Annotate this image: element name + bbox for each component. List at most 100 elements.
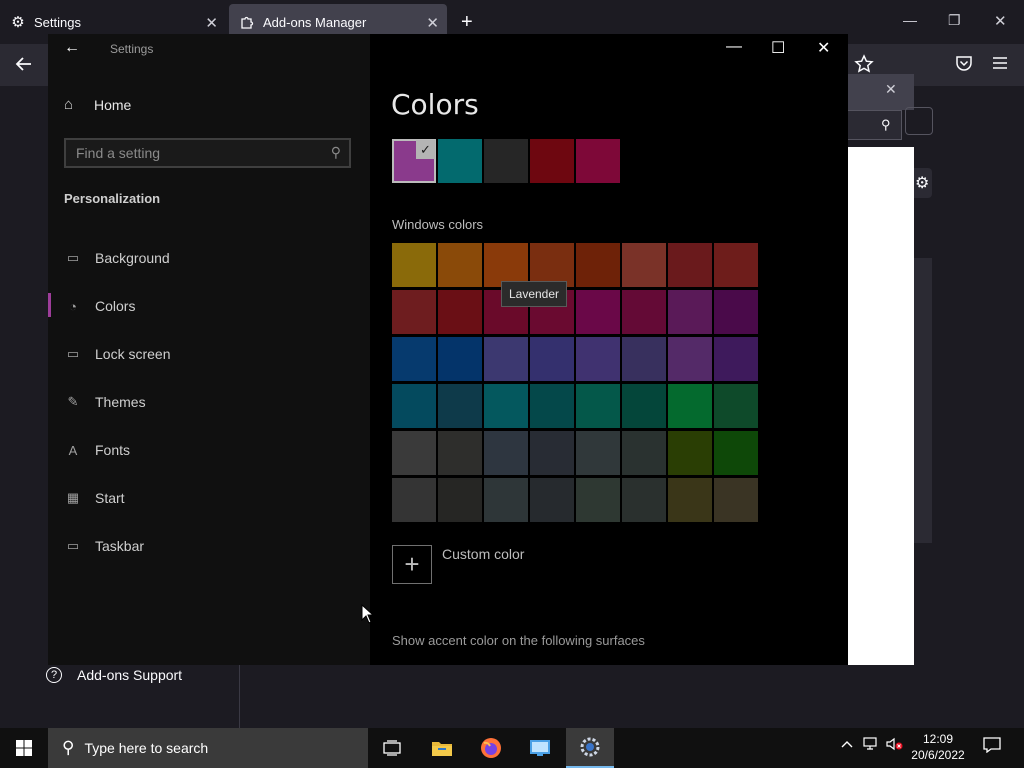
color-swatch[interactable] [530, 478, 574, 522]
color-swatch[interactable] [438, 384, 482, 428]
color-swatch[interactable] [714, 243, 758, 287]
sidebar-item-fonts[interactable]: A Fonts [64, 438, 130, 462]
brush-icon: ✎ [67, 394, 79, 409]
sidebar-item-lock-screen[interactable]: ▭ Lock screen [64, 342, 171, 366]
color-swatch[interactable] [392, 384, 436, 428]
color-swatch[interactable] [714, 337, 758, 381]
color-swatch[interactable] [438, 243, 482, 287]
sidebar-item-label: Lock screen [95, 346, 171, 362]
settings-window-title: Settings [110, 42, 154, 56]
color-swatch[interactable] [484, 431, 528, 475]
sidebar-item-taskbar[interactable]: ▭ Taskbar [64, 534, 144, 558]
find-setting-input[interactable] [76, 145, 316, 161]
color-swatch[interactable] [622, 243, 666, 287]
sidebar-item-themes[interactable]: ✎ Themes [64, 390, 146, 414]
back-arrow-icon[interactable] [14, 54, 34, 79]
color-swatch[interactable] [392, 243, 436, 287]
control-panel-icon[interactable] [516, 728, 564, 768]
clock[interactable]: 12:09 20/6/2022 [908, 731, 968, 763]
color-swatch[interactable] [576, 478, 620, 522]
color-swatch[interactable] [530, 384, 574, 428]
sidebar-home[interactable]: ⌂ Home [64, 96, 131, 113]
color-swatch[interactable] [622, 337, 666, 381]
menu-hamburger-icon[interactable] [991, 54, 1009, 77]
color-swatch[interactable] [622, 290, 666, 334]
recent-color-swatch[interactable] [484, 139, 528, 183]
color-swatch[interactable] [392, 290, 436, 334]
recent-color-swatch[interactable] [438, 139, 482, 183]
color-swatch[interactable] [714, 431, 758, 475]
file-explorer-icon[interactable] [418, 728, 466, 768]
browser-close-button[interactable]: ✕ [994, 12, 1007, 30]
volume-muted-icon[interactable] [886, 737, 904, 754]
network-icon[interactable] [863, 737, 879, 754]
settings-minimize-button[interactable]: — [726, 38, 742, 56]
custom-color-label[interactable]: Custom color [442, 546, 524, 562]
custom-color-button[interactable]: + [392, 545, 432, 584]
color-swatch[interactable] [484, 337, 528, 381]
color-swatch[interactable] [576, 384, 620, 428]
show-hidden-icons-chevron-icon[interactable] [840, 737, 854, 754]
taskbar-search[interactable]: ⚲ Type here to search [48, 728, 368, 768]
color-swatch[interactable] [714, 478, 758, 522]
close-panel-icon[interactable]: ✕ [885, 81, 897, 98]
color-swatch[interactable] [484, 478, 528, 522]
color-swatch[interactable] [714, 290, 758, 334]
gear-icon: ⚙ [11, 14, 25, 31]
color-swatch[interactable] [438, 431, 482, 475]
color-swatch[interactable] [392, 478, 436, 522]
sidebar-item-start[interactable]: ▦ Start [64, 486, 125, 510]
sidebar-item-label: Fonts [95, 442, 131, 458]
color-swatch[interactable] [668, 290, 712, 334]
new-tab-button[interactable]: + [461, 11, 473, 34]
color-swatch[interactable] [530, 337, 574, 381]
picture-icon: ▭ [66, 250, 80, 265]
browser-minimize-button[interactable]: — [903, 12, 917, 28]
color-swatch[interactable] [438, 337, 482, 381]
color-swatch[interactable] [668, 384, 712, 428]
recent-color-swatch[interactable] [576, 139, 620, 183]
sidebar-item-background[interactable]: ▭ Background [64, 246, 170, 270]
color-swatch[interactable] [392, 431, 436, 475]
start-button[interactable] [0, 728, 48, 768]
addons-search-button[interactable] [905, 107, 933, 135]
color-swatch[interactable] [622, 431, 666, 475]
recent-color-swatch[interactable] [530, 139, 574, 183]
settings-back-button[interactable]: ← [64, 39, 80, 57]
task-view-icon[interactable] [368, 728, 416, 768]
tab-settings-label: Settings [34, 14, 81, 30]
search-icon: ⚲ [62, 738, 75, 757]
color-swatch[interactable] [576, 243, 620, 287]
sidebar-item-label: Start [95, 490, 125, 506]
browser-restore-button[interactable]: ❐ [948, 12, 961, 29]
color-swatch[interactable] [438, 290, 482, 334]
palette-icon: ◔ [69, 298, 77, 314]
settings-app-icon[interactable] [566, 728, 614, 768]
color-swatch[interactable] [668, 431, 712, 475]
pocket-icon[interactable] [955, 54, 973, 77]
notifications-icon[interactable] [983, 737, 1001, 756]
addons-support-link[interactable]: ? Add-ons Support [46, 664, 182, 686]
mouse-cursor [361, 603, 375, 629]
settings-maximize-button[interactable]: ☐ [771, 38, 785, 58]
firefox-icon[interactable] [467, 728, 515, 768]
color-swatch[interactable] [484, 384, 528, 428]
color-swatch[interactable] [622, 478, 666, 522]
color-swatch[interactable] [392, 337, 436, 381]
color-swatch[interactable] [668, 337, 712, 381]
settings-close-button[interactable]: ✕ [817, 38, 830, 58]
color-swatch[interactable] [576, 290, 620, 334]
active-indicator [48, 293, 51, 317]
color-swatch[interactable] [576, 431, 620, 475]
close-tab-addons-icon[interactable]: ✕ [426, 14, 439, 32]
color-swatch[interactable] [668, 243, 712, 287]
sidebar-item-colors[interactable]: ◔ Colors [64, 294, 135, 318]
color-swatch[interactable] [438, 478, 482, 522]
color-swatch[interactable] [576, 337, 620, 381]
color-swatch[interactable] [530, 431, 574, 475]
color-swatch[interactable] [668, 478, 712, 522]
find-setting-field[interactable]: ⚲ [64, 138, 351, 168]
color-swatch[interactable] [714, 384, 758, 428]
close-tab-settings-icon[interactable]: ✕ [205, 14, 218, 32]
color-swatch[interactable] [622, 384, 666, 428]
